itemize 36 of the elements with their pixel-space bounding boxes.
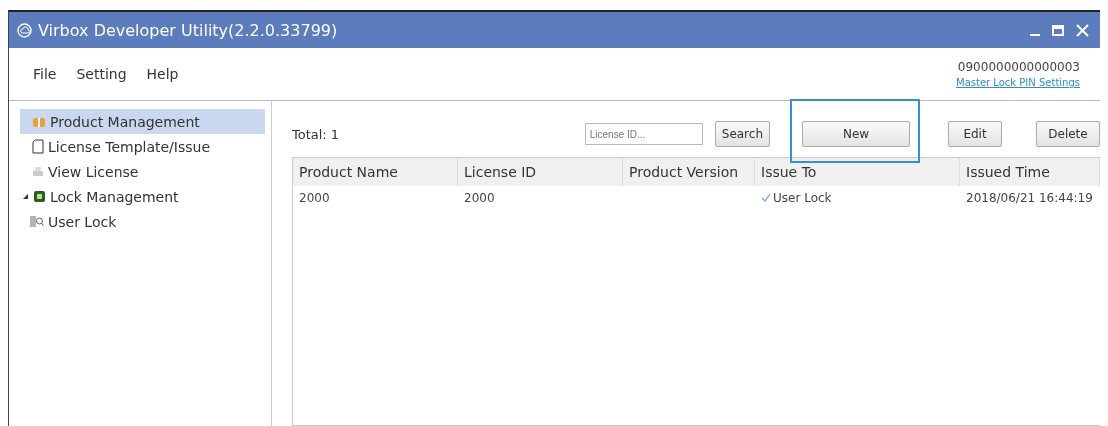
menu-item[interactable]: Setting xyxy=(66,66,137,82)
table-cell: 2018/06/21 16:44:19 xyxy=(966,191,1093,205)
sidebar-item[interactable]: User Lock xyxy=(20,209,263,234)
menu-item[interactable]: Help xyxy=(136,66,189,82)
printer-icon xyxy=(32,165,44,178)
table-cell: 2000 xyxy=(464,191,495,205)
column-header[interactable]: Product Version xyxy=(623,158,755,186)
column-header[interactable]: Issued Time xyxy=(960,158,1100,186)
tree-toggle-icon[interactable] xyxy=(22,193,29,200)
toolbar-button[interactable]: Delete xyxy=(1036,121,1100,147)
document-icon xyxy=(32,139,44,154)
window-title: Virbox Developer Utility(2.2.0.33799) xyxy=(38,20,339,40)
sidebar-item[interactable]: Product Management xyxy=(20,109,265,134)
toolbar-button[interactable]: Edit xyxy=(948,121,1002,147)
toolbar-button[interactable]: New xyxy=(802,121,910,147)
box-icon xyxy=(32,115,46,128)
column-header[interactable]: License ID xyxy=(458,158,623,186)
pin-settings-link[interactable]: Master Lock PIN Settings xyxy=(956,77,1080,88)
account-id: 0900000000000003 xyxy=(957,60,1080,74)
column-header[interactable]: Issue To xyxy=(755,158,960,186)
sidebar-item[interactable]: License Template/Issue xyxy=(20,134,265,159)
table-cell: 2000 xyxy=(299,191,330,205)
chip-icon xyxy=(33,190,46,203)
sidebar-item[interactable]: Lock Management xyxy=(20,184,255,209)
column-header[interactable]: Product Name xyxy=(293,158,458,186)
toolbar-button[interactable]: Search xyxy=(714,121,770,147)
table-cell: User Lock xyxy=(773,191,832,205)
total-count: Total: 1 xyxy=(292,126,340,142)
cloud-icon xyxy=(17,22,32,38)
menu-item[interactable]: File xyxy=(23,66,67,82)
close-button[interactable] xyxy=(1073,23,1092,37)
maximize-button[interactable] xyxy=(1049,24,1067,36)
license-id-field[interactable]: License ID... xyxy=(584,123,703,145)
minimize-icon xyxy=(1030,33,1040,36)
lock-list-icon xyxy=(30,215,44,228)
sidebar-item[interactable]: View License xyxy=(20,159,265,184)
